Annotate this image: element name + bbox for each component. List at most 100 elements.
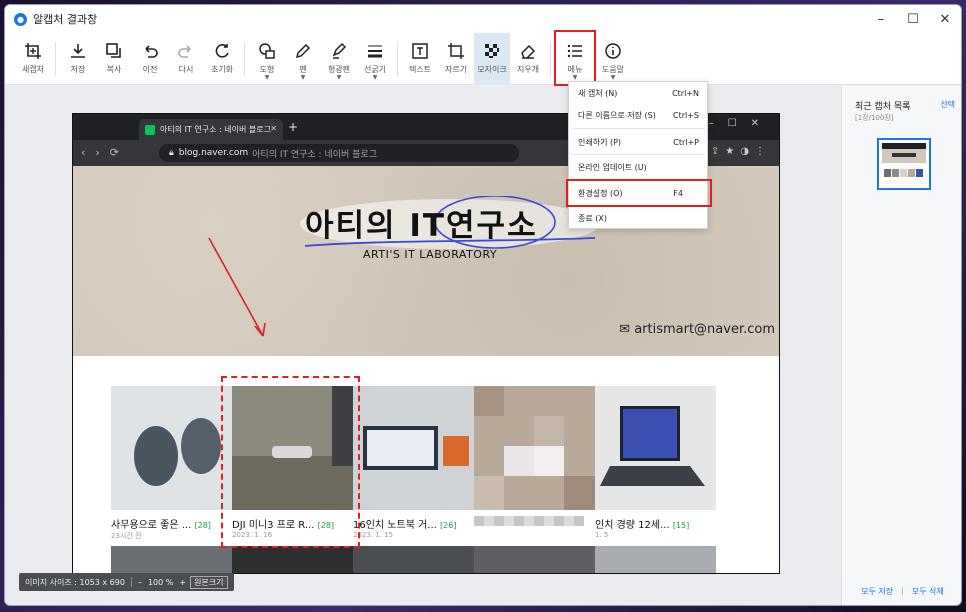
tool-label: 텍스트 (408, 65, 432, 74)
line-thickness-button[interactable]: 선굵기 ▼ (357, 33, 393, 85)
status-divider (130, 577, 132, 587)
post-thumbnail[interactable] (474, 386, 595, 510)
line-thickness-icon (365, 41, 385, 61)
copy-icon (104, 41, 124, 61)
undo-button[interactable]: 이전 (132, 33, 168, 85)
panel-footer: 모두 저장 | 모두 삭제 (842, 586, 961, 597)
post-thumbnail[interactable] (595, 386, 716, 510)
recent-capture-thumbnail[interactable] (877, 138, 931, 190)
naver-favicon-icon (145, 124, 155, 135)
footer-divider: | (901, 586, 904, 595)
minimize-button[interactable]: – (865, 5, 897, 33)
post-caption[interactable]: 사무용으로 좋은 ... [28] (111, 516, 232, 531)
blog-subtitle: ARTI'S IT LABORATORY (363, 248, 498, 261)
post-thumbnail[interactable] (232, 546, 353, 573)
zoom-level: 100 % (147, 577, 174, 587)
copy-button[interactable]: 복사 (96, 33, 132, 85)
tool-label: 초기화 (210, 65, 234, 74)
url-rest: 아티의 IT 연구소 : 네이버 블로그 (252, 149, 377, 160)
tool-label: 다시 (178, 65, 194, 74)
toolbar-divider (550, 42, 551, 76)
eraser-button[interactable]: 지우개 (510, 33, 546, 85)
annotation-arrow-icon (208, 237, 266, 337)
browser-window-controls-icon: –☐✕ (708, 118, 773, 129)
dropdown-caret-icon: ▼ (610, 74, 616, 81)
dropdown-caret-icon: ▼ (300, 74, 306, 81)
post-thumbnail[interactable] (353, 386, 474, 510)
toolbar: 새캡처 저장 복사 이전 다시 초기화 도형 ▼ 펜 ▼ 형광펜 ▼ 선굵기 ▼… (5, 30, 961, 86)
menu-item-preferences[interactable]: 환경설정 (O) F4 (566, 179, 712, 207)
menu-divider (573, 128, 705, 129)
post-caption[interactable]: 인치 경량 12세... [15] (595, 516, 716, 531)
menu-item-save-as[interactable]: 다른 이름으로 저장 (S) Ctrl+S (569, 104, 707, 126)
tool-label: 지우개 (516, 65, 540, 74)
post-date: 23시간 전 (111, 532, 142, 540)
tab-close-icon: ✕ (270, 124, 277, 133)
post-thumbnail[interactable] (474, 546, 595, 573)
text-button[interactable]: 텍스트 (402, 33, 438, 85)
highlighter-button[interactable]: 형광펜 ▼ (321, 33, 357, 85)
maximize-button[interactable]: ☐ (897, 5, 929, 33)
canvas-area[interactable]: 아티의 IT 연구소 : 네이버 블로그 ✕ + –☐✕ ‹›⟳ 🔒︎ blog… (5, 86, 841, 605)
menu-divider (573, 154, 705, 155)
redo-button[interactable]: 다시 (168, 33, 204, 85)
new-capture-icon (23, 41, 43, 61)
dropdown-caret-icon: ▼ (372, 74, 378, 81)
toolbar-divider (244, 42, 245, 76)
menu-item-print[interactable]: 인쇄하기 (P) Ctrl+P (569, 131, 707, 153)
menu-item-new-capture[interactable]: 새 캡처 (N) Ctrl+N (569, 82, 707, 104)
pen-button[interactable]: 펜 ▼ (285, 33, 321, 85)
menu-item-exit[interactable]: 종료 (X) (569, 207, 707, 229)
blog-title: 아티의 IT연구소 (305, 208, 538, 244)
post-thumbnail[interactable] (111, 386, 232, 510)
save-button[interactable]: 저장 (60, 33, 96, 85)
reset-button[interactable]: 초기화 (204, 33, 240, 85)
tool-label: 자르기 (444, 65, 468, 74)
mail-icon: ✉ (619, 322, 635, 337)
refresh-icon (212, 41, 232, 61)
menu-item-online-update[interactable]: 온라인 업데이트 (U) (569, 156, 707, 178)
lock-icon: 🔒︎ (169, 148, 174, 158)
info-icon (603, 41, 623, 61)
zoom-out-button[interactable]: – (138, 578, 142, 587)
post-grid: 사무용으로 좋은 ... [28] 23시간 전 DJI 미니3 프로 R...… (111, 386, 716, 573)
delete-all-button[interactable]: 모두 삭제 (912, 586, 944, 597)
blog-email: ✉ artismart@naver.com (619, 322, 775, 337)
toolbar-divider (397, 42, 398, 76)
mosaic-button[interactable]: 모자이크 (474, 33, 510, 85)
text-icon (410, 41, 430, 61)
close-button[interactable]: ✕ (929, 5, 961, 33)
post-thumbnail[interactable] (111, 546, 232, 573)
list-icon (565, 41, 585, 61)
menu-button[interactable]: 메뉴 ▼ (554, 30, 596, 86)
zoom-in-button[interactable]: + (179, 578, 186, 587)
new-capture-button[interactable]: 새캡처 (15, 33, 51, 85)
tab-title: 아티의 IT 연구소 : 네이버 블로그 (160, 125, 271, 134)
help-button[interactable]: 도움말 ▼ (595, 33, 631, 85)
shape-icon (257, 41, 277, 61)
post-date: 1. 5 (595, 531, 609, 539)
save-all-button[interactable]: 모두 저장 (861, 586, 893, 597)
pen-icon (293, 41, 313, 61)
undo-icon (140, 41, 160, 61)
menu-dropdown: 새 캡처 (N) Ctrl+N 다른 이름으로 저장 (S) Ctrl+S 인쇄하기… (566, 81, 712, 229)
shape-button[interactable]: 도형 ▼ (249, 33, 285, 85)
panel-title: 최근 캡처 목록 (855, 102, 911, 112)
tool-label: 이전 (142, 65, 158, 74)
redo-icon (176, 41, 196, 61)
capture-count: [1장/100장] (855, 114, 894, 122)
dropdown-caret-icon: ▼ (572, 74, 578, 81)
post-caption-mosaic (474, 516, 584, 526)
toolbar-divider (55, 42, 56, 76)
url-host: blog.naver.com (178, 148, 249, 158)
original-size-button[interactable]: 원본크기 (190, 575, 228, 589)
window-title: 알캡처 결과창 (33, 13, 98, 26)
annotation-dashed-box (221, 376, 360, 548)
dropdown-caret-icon: ▼ (336, 74, 342, 81)
post-thumbnail[interactable] (353, 546, 474, 573)
crop-button[interactable]: 자르기 (438, 33, 474, 85)
crop-icon (446, 41, 466, 61)
post-caption[interactable]: 16인치 노트북 거... [26] (353, 516, 474, 531)
post-thumbnail[interactable] (595, 546, 716, 573)
select-button[interactable]: 선택 (940, 99, 955, 110)
